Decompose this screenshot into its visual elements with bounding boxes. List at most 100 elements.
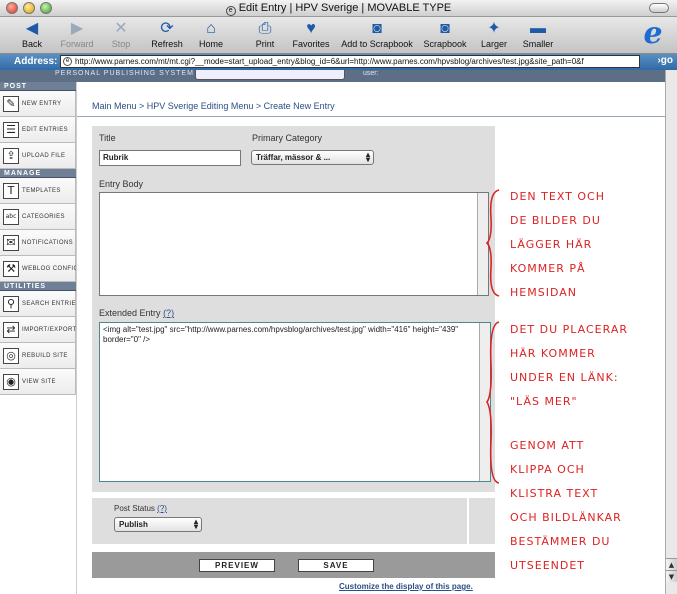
url-field[interactable]: e http://www.parnes.com/mt/mt.cgi?__mode… (60, 55, 640, 68)
window-title-bar: e Edit Entry | HPV Sverige | MOVABLE TYPE (0, 0, 677, 17)
sidebar-item-rebuild-site[interactable]: ◎ REBUILD SITE (0, 343, 76, 369)
scroll-up-arrow-icon[interactable]: ▲ (666, 558, 677, 570)
smaller-icon: ▬ (530, 20, 546, 37)
sidebar-item-import-export[interactable]: ⇄ IMPORT/EXPORT (0, 317, 76, 343)
sidebar-item-edit-entries[interactable]: ☰ EDIT ENTRIES (0, 117, 76, 143)
stop-x-icon: ✕ (114, 20, 128, 37)
entry-body-textarea[interactable] (99, 192, 489, 296)
go-label: go (660, 55, 673, 66)
select-arrows-icon: ▴ ▾ (193, 517, 198, 531)
sidebar-heading-manage: MANAGE (0, 169, 76, 178)
larger-icon: ✦ (487, 20, 501, 37)
home-label: Home (198, 39, 223, 49)
view-site-icon: ◉ (3, 373, 19, 390)
sidebar-item-upload-file[interactable]: ⇪ UPLOAD FILE (0, 143, 76, 169)
sidebar-item-label: UPLOAD FILE (22, 152, 66, 159)
scrapbook-label: Scrapbook (423, 39, 467, 49)
stop-label: Stop (111, 39, 131, 49)
back-label: Back (21, 39, 42, 49)
sidebar-item-label: EDIT ENTRIES (22, 126, 69, 133)
smaller-label: Smaller (522, 39, 554, 49)
extended-entry-textarea[interactable]: <img alt="test.jpg" src="http://www.parn… (99, 322, 491, 482)
stop-button[interactable]: ✕ Stop (106, 19, 136, 49)
extended-entry-text: <img alt="test.jpg" src="http://www.parn… (103, 325, 459, 344)
annotation-brace-2 (486, 321, 500, 484)
blog-selector[interactable] (195, 70, 345, 80)
print-button[interactable]: ⎙ Print (250, 19, 280, 49)
extended-entry-label: Extended Entry (?) (99, 308, 174, 318)
new-entry-icon: ✎ (3, 95, 19, 112)
sidebar-item-label: NOTIFICATIONS (22, 239, 74, 246)
heart-icon: ♥ (306, 20, 316, 37)
primary-category-label: Primary Category (252, 133, 323, 143)
title-input[interactable]: Rubrik (99, 150, 241, 166)
entry-body-label: Entry Body (99, 179, 144, 189)
templates-icon: T (3, 182, 19, 199)
scroll-down-arrow-icon[interactable]: ▼ (666, 570, 677, 582)
primary-category-select[interactable]: Träffar, mässor & ... ▴ ▾ (251, 150, 374, 165)
user-label: user: (363, 70, 379, 77)
add-to-scrapbook-button[interactable]: ◙ Add to Scrapbook (337, 19, 417, 49)
post-status-label: Post Status (?) (114, 504, 167, 513)
sidebar-item-notifications[interactable]: ✉ NOTIFICATIONS (0, 230, 76, 256)
toolbar-toggle-button[interactable] (649, 3, 669, 13)
smaller-text-button[interactable]: ▬ Smaller (519, 19, 557, 49)
forward-button[interactable]: ▶ Forward (56, 19, 98, 49)
entry-form-panel: Title Rubrik Primary Category Träffar, m… (92, 126, 495, 492)
sidebar-item-label: WEBLOG CONFIG (22, 265, 79, 272)
home-button[interactable]: ⌂ Home (194, 19, 228, 49)
larger-text-button[interactable]: ✦ Larger (478, 19, 510, 49)
import-export-icon: ⇄ (3, 321, 19, 338)
larger-label: Larger (480, 39, 507, 49)
rebuild-site-icon: ◎ (3, 347, 19, 364)
breadcrumb-divider (77, 116, 666, 117)
scrapbook-button[interactable]: ◙ Scrapbook (420, 19, 470, 49)
back-button[interactable]: ◀ Back (16, 19, 48, 49)
post-status-select[interactable]: Publish ▴ ▾ (114, 517, 202, 532)
address-label: Address: (14, 56, 58, 67)
annotation-brace-1 (485, 189, 500, 297)
refresh-button[interactable]: ⟳ Refresh (146, 19, 188, 49)
categories-icon: abc (3, 208, 19, 225)
sidebar-item-weblog-config[interactable]: ⚒ WEBLOG CONFIG (0, 256, 79, 282)
camera-icon: ◙ (440, 20, 450, 37)
customize-display-link[interactable]: Customize the display of this page. (339, 582, 473, 591)
movable-type-header-strip: PERSONAL PUBLISHING SYSTEM user: (0, 70, 665, 82)
sidebar-heading-utilities: UTILITIES (0, 282, 76, 291)
forward-arrow-icon: ▶ (70, 20, 84, 37)
go-button[interactable]: ›go (657, 55, 673, 66)
preview-button[interactable]: PREVIEW (199, 559, 275, 572)
internet-explorer-logo-icon: e (643, 16, 663, 51)
address-bar: Address: e http://www.parnes.com/mt/mt.c… (0, 54, 677, 70)
window-title: e Edit Entry | HPV Sverige | MOVABLE TYPE (0, 2, 677, 16)
forward-label: Forward (60, 39, 94, 49)
page-icon: e (225, 6, 236, 16)
post-status-label-text: Post Status (114, 504, 155, 513)
refresh-label: Refresh (151, 39, 183, 49)
sidebar-heading-post: POST (0, 82, 76, 91)
post-status-value: Publish (119, 520, 148, 529)
post-options-panel (469, 498, 495, 544)
sidebar-item-templates[interactable]: T TEMPLATES (0, 178, 76, 204)
sidebar-item-label: REBUILD SITE (22, 352, 68, 359)
header-tagline: PERSONAL PUBLISHING SYSTEM (55, 70, 194, 77)
url-text: http://www.parnes.com/mt/mt.cgi?__mode=s… (75, 57, 584, 66)
sidebar-item-label: CATEGORIES (22, 213, 65, 220)
sidebar-item-label: VIEW SITE (22, 378, 56, 385)
extended-entry-help-link[interactable]: (?) (163, 308, 174, 318)
sidebar-item-search-entries[interactable]: ⚲ SEARCH ENTRIES (0, 291, 80, 317)
favorites-button[interactable]: ♥ Favorites (289, 19, 333, 49)
sidebar-item-label: TEMPLATES (22, 187, 61, 194)
page-scrollbar[interactable]: ▲ ▼ (665, 70, 677, 594)
sidebar-item-categories[interactable]: abc CATEGORIES (0, 204, 76, 230)
printer-icon: ⎙ (258, 20, 272, 37)
sidebar-item-new-entry[interactable]: ✎ NEW ENTRY (0, 91, 76, 117)
annotation-note-extended: DET DU PLACERAR HÄR KOMMER UNDER EN LÄNK… (510, 323, 628, 408)
favorites-label: Favorites (292, 39, 330, 49)
sidebar-item-view-site[interactable]: ◉ VIEW SITE (0, 369, 76, 395)
breadcrumb[interactable]: Main Menu > HPV Sverige Editing Menu > C… (92, 101, 335, 111)
post-status-help-link[interactable]: (?) (157, 504, 167, 513)
browser-toolbar: ◀ Back ▶ Forward ✕ Stop ⟳ Refresh ⌂ Home… (0, 17, 677, 54)
notifications-icon: ✉ (3, 234, 19, 251)
save-button[interactable]: SAVE (298, 559, 374, 572)
